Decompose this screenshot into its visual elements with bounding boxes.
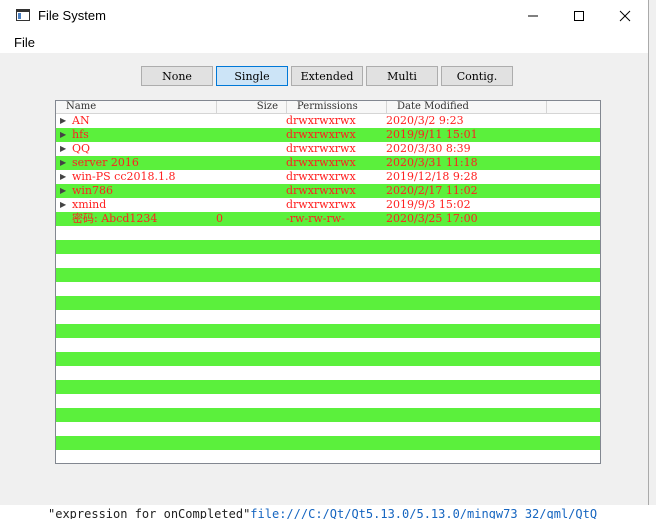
- table-row[interactable]: [56, 450, 600, 463]
- cell-name: 密码: Abcd1234: [72, 212, 158, 225]
- table-row[interactable]: ▶ win-PS cc2018.1.8 drwxrwxrwx 2019/12/18 9…: [56, 170, 600, 184]
- mode-extended-button[interactable]: Extended: [291, 66, 363, 86]
- expand-arrow-icon[interactable]: ▶: [60, 198, 66, 212]
- table-row[interactable]: [56, 394, 600, 408]
- cell-permissions: drwxrwxrwx: [286, 170, 356, 183]
- cell-permissions: drwxrwxrwx: [286, 128, 356, 141]
- mode-contig-button[interactable]: Contig.: [441, 66, 513, 86]
- expand-arrow-icon[interactable]: ▶: [60, 170, 66, 184]
- cell-permissions: drwxrwxrwx: [286, 184, 356, 197]
- file-list-view[interactable]: Name Size Permissions Date Modified ▶ AN d…: [55, 100, 601, 464]
- table-row[interactable]: ▶ win786 drwxrwxrwx 2020/2/17 11:02: [56, 184, 600, 198]
- menu-file[interactable]: File: [14, 35, 35, 50]
- cell-date-modified: 2019/9/3 15:02: [386, 198, 471, 211]
- app-window-icon: [16, 9, 30, 21]
- column-header-permissions[interactable]: Permissions: [287, 101, 387, 113]
- maximize-button[interactable]: [556, 0, 602, 31]
- table-row[interactable]: ▶ hfs drwxrwxrwx 2019/9/11 15:01: [56, 128, 600, 142]
- table-row[interactable]: [56, 296, 600, 310]
- table-row[interactable]: ▶ xmind drwxrwxrwx 2019/9/3 15:02: [56, 198, 600, 212]
- cell-date-modified: 2020/3/25 17:00: [386, 212, 478, 225]
- table-row[interactable]: [56, 310, 600, 324]
- cell-size: 0: [216, 212, 223, 225]
- cell-permissions: drwxrwxrwx: [286, 142, 356, 155]
- background-output-link[interactable]: file:///C:/Qt/Qt5.13.0/5.13.0/mingw73_32…: [250, 507, 597, 519]
- background-editor-output: "expression for onCompleted"file:///C:/Q…: [0, 505, 656, 519]
- window-title: File System: [38, 8, 106, 23]
- table-row[interactable]: [56, 226, 600, 240]
- cell-name: win-PS cc2018.1.8: [72, 170, 176, 183]
- table-row[interactable]: [56, 380, 600, 394]
- table-row[interactable]: [56, 436, 600, 450]
- cell-name: win786: [72, 184, 114, 197]
- expand-arrow-icon[interactable]: ▶: [60, 142, 66, 156]
- cell-permissions: -rw-rw-rw-: [286, 212, 345, 225]
- cell-name: AN: [72, 114, 90, 127]
- table-row[interactable]: [56, 254, 600, 268]
- column-header-date-modified[interactable]: Date Modified: [387, 101, 547, 113]
- maximize-icon: [574, 10, 584, 21]
- table-row[interactable]: ▶ AN drwxrwxrwx 2020/3/2 9:23: [56, 114, 600, 128]
- cell-name: server 2016: [72, 156, 139, 169]
- expand-arrow-icon[interactable]: ▶: [60, 114, 66, 128]
- cell-date-modified: 2020/3/30 8:39: [386, 142, 471, 155]
- cell-permissions: drwxrwxrwx: [286, 156, 356, 169]
- expand-arrow-icon[interactable]: ▶: [60, 184, 66, 198]
- table-row[interactable]: [56, 352, 600, 366]
- close-icon: [619, 10, 631, 21]
- background-output-text: "expression for onCompleted": [48, 507, 251, 519]
- column-header-name[interactable]: Name: [56, 101, 217, 113]
- menu-bar: File: [0, 31, 648, 53]
- table-row[interactable]: ▶ server 2016 drwxrwxrwx 2020/3/31 11:18: [56, 156, 600, 170]
- title-bar[interactable]: File System: [0, 0, 648, 31]
- table-row[interactable]: [56, 422, 600, 436]
- minimize-icon: [528, 15, 538, 16]
- cell-date-modified: 2019/12/18 9:28: [386, 170, 478, 183]
- cell-date-modified: 2020/3/31 11:18: [386, 156, 478, 169]
- table-row[interactable]: [56, 324, 600, 338]
- cell-name: xmind: [72, 198, 107, 211]
- table-row[interactable]: [56, 408, 600, 422]
- table-row[interactable]: [56, 282, 600, 296]
- table-row[interactable]: [56, 240, 600, 254]
- mode-multi-button[interactable]: Multi: [366, 66, 438, 86]
- table-row[interactable]: ▶ QQ drwxrwxrwx 2020/3/30 8:39: [56, 142, 600, 156]
- file-system-window: File System File None Single Extended Mu…: [0, 0, 649, 505]
- list-rows: ▶ AN drwxrwxrwx 2020/3/2 9:23 ▶ hfs drwxrwxrwx…: [56, 114, 600, 463]
- close-button[interactable]: [602, 0, 648, 31]
- cell-date-modified: 2020/2/17 11:02: [386, 184, 478, 197]
- expand-arrow-icon[interactable]: ▶: [60, 156, 66, 170]
- cell-date-modified: 2020/3/2 9:23: [386, 114, 464, 127]
- cell-date-modified: 2019/9/11 15:01: [386, 128, 478, 141]
- table-row[interactable]: [56, 366, 600, 380]
- cell-permissions: drwxrwxrwx: [286, 198, 356, 211]
- mode-single-button[interactable]: Single: [216, 66, 288, 86]
- table-row[interactable]: 密码: Abcd1234 0 -rw-rw-rw- 2020/3/25 17:00: [56, 212, 600, 226]
- cell-permissions: drwxrwxrwx: [286, 114, 356, 127]
- list-header: Name Size Permissions Date Modified: [56, 101, 600, 114]
- expand-arrow-icon[interactable]: ▶: [60, 128, 66, 142]
- column-header-size[interactable]: Size: [217, 101, 287, 113]
- cell-name: hfs: [72, 128, 89, 141]
- mode-none-button[interactable]: None: [141, 66, 213, 86]
- cell-name: QQ: [72, 142, 91, 155]
- minimize-button[interactable]: [510, 0, 556, 31]
- table-row[interactable]: [56, 338, 600, 352]
- table-row[interactable]: [56, 268, 600, 282]
